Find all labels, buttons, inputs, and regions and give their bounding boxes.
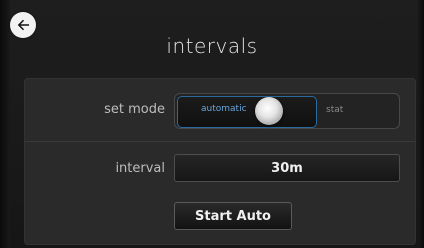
mode-option-automatic[interactable]: automatic: [201, 104, 247, 114]
interval-field[interactable]: 30m: [174, 154, 400, 182]
settings-panel: set mode automatic stat interval 30m Sta…: [24, 78, 416, 245]
app-screen: intervals set mode automatic stat interv…: [0, 0, 424, 248]
mode-toggle[interactable]: automatic stat: [174, 93, 400, 129]
mode-label: set mode: [104, 102, 165, 117]
page-title: intervals: [166, 34, 258, 58]
start-auto-button[interactable]: Start Auto: [174, 202, 292, 230]
divider: [25, 141, 415, 142]
toggle-knob[interactable]: [255, 97, 283, 125]
mode-toggle-selected-track: [177, 96, 317, 128]
interval-label: interval: [115, 161, 165, 176]
arrow-left-icon: [17, 19, 29, 31]
mode-option-stat[interactable]: stat: [326, 105, 343, 115]
